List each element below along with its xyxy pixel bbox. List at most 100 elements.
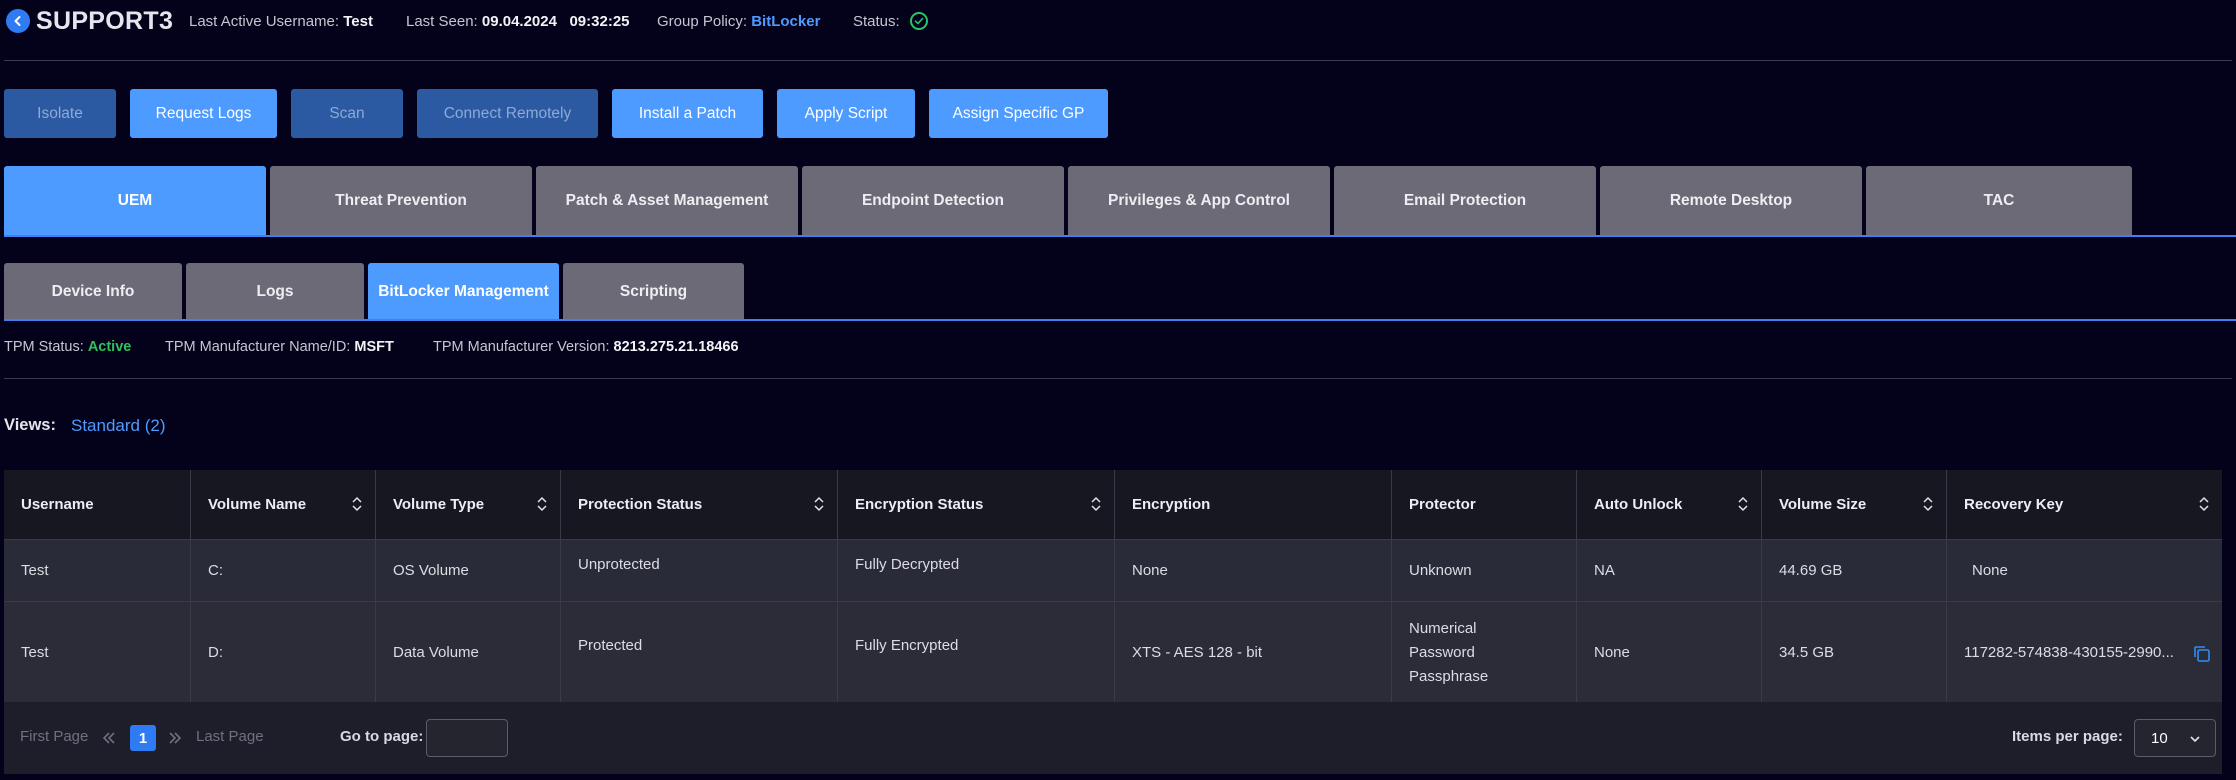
header-divider [4, 60, 2232, 61]
sort-icon[interactable] [1923, 496, 1933, 512]
device-header: SUPPORT3 Last Active Username: Test Last… [0, 0, 2236, 44]
cell-username: Test [21, 562, 49, 579]
check-circle-icon [909, 12, 928, 31]
sub-tabs-underline [4, 319, 2236, 321]
protector-item: Password [1409, 643, 1475, 661]
tab-uem[interactable]: UEM [4, 166, 266, 235]
tpm-version: TPM Manufacturer Version: 8213.275.21.18… [433, 339, 739, 355]
column-header-volume-size[interactable]: Volume Size [1761, 470, 1946, 539]
tpm-version-label: TPM Manufacturer Version: [433, 339, 610, 355]
main-tabs-underline [4, 235, 2236, 237]
group-policy: Group Policy: BitLocker [657, 13, 820, 30]
cell-protector: Unknown [1391, 540, 1576, 601]
tpm-status-value: Active [87, 339, 132, 355]
column-header-protection-status[interactable]: Protection Status [560, 470, 837, 539]
cell-encryption-status: Fully Decrypted [837, 540, 1114, 601]
items-per-page-value: 10 [2151, 730, 2168, 747]
views-selector[interactable]: Standard (2) [71, 416, 166, 436]
cell-volume-size: 44.69 GB [1761, 540, 1946, 601]
cell-recovery-key: 117282-574838-430155-2990... [1946, 602, 2222, 703]
subtab-logs[interactable]: Logs [186, 263, 364, 320]
items-per-page-label: Items per page: [2012, 728, 2123, 745]
apply-script-button[interactable]: Apply Script [777, 89, 915, 138]
request-logs-button[interactable]: Request Logs [130, 89, 277, 138]
install-patch-button[interactable]: Install a Patch [612, 89, 763, 138]
cell-volume-name: D: [190, 602, 375, 703]
cell-volume-size: 34.5 GB [1761, 602, 1946, 703]
last-seen-label: Last Seen: [406, 13, 478, 30]
first-page-link[interactable]: First Page [20, 728, 88, 745]
sort-icon[interactable] [1738, 496, 1748, 512]
chevron-down-icon [2190, 736, 2200, 743]
go-to-page-input[interactable] [426, 719, 508, 757]
column-header-encryption[interactable]: Encryption [1114, 470, 1391, 539]
sort-icon[interactable] [537, 496, 547, 512]
last-page-link[interactable]: Last Page [196, 728, 264, 745]
tab-tac[interactable]: TAC [1866, 166, 2132, 235]
column-header-auto-unlock[interactable]: Auto Unlock [1576, 470, 1761, 539]
cell-volume-name: C: [190, 540, 375, 601]
copy-icon[interactable] [2192, 644, 2212, 664]
scan-button[interactable]: Scan [291, 89, 403, 138]
group-policy-label: Group Policy: [657, 13, 748, 30]
cell-encryption: None [1114, 540, 1391, 601]
sort-icon[interactable] [2199, 496, 2209, 512]
group-policy-link[interactable]: BitLocker [751, 13, 820, 30]
cell-recovery-key: None [1946, 540, 2222, 601]
last-active-value: Test [343, 13, 373, 30]
column-header-protector[interactable]: Protector [1391, 470, 1576, 539]
subtab-scripting[interactable]: Scripting [563, 263, 744, 320]
back-button[interactable] [6, 9, 30, 33]
cell-protection-status: Protected [560, 602, 837, 703]
tpm-status: TPM Status: Active [4, 339, 131, 355]
tpm-manufacturer-value: MSFT [354, 339, 394, 355]
cell-encryption-status: Fully Encrypted [837, 602, 1114, 703]
protector-item: Numerical [1409, 619, 1477, 637]
subtab-device-info[interactable]: Device Info [4, 263, 182, 320]
bitlocker-table: Username Volume Name Volume Type Protect… [4, 470, 2222, 703]
table-row[interactable]: Test C: OS Volume Unprotected Fully Decr… [4, 539, 2222, 601]
pagination-bar: First Page 1 Last Page Go to page: Items… [4, 702, 2222, 774]
tab-email-protection[interactable]: Email Protection [1334, 166, 1596, 235]
column-header-recovery-key[interactable]: Recovery Key [1946, 470, 2222, 539]
go-to-page-label: Go to page: [340, 728, 424, 745]
column-header-encryption-status[interactable]: Encryption Status [837, 470, 1114, 539]
sort-icon[interactable] [1091, 496, 1101, 512]
last-active-label: Last Active Username: [189, 13, 340, 30]
tab-privileges-app-control[interactable]: Privileges & App Control [1068, 166, 1330, 235]
sort-icon[interactable] [814, 496, 824, 512]
last-active-username: Last Active Username: Test [189, 13, 373, 30]
double-chevron-right-icon[interactable] [168, 731, 182, 745]
table-header: Username Volume Name Volume Type Protect… [4, 470, 2222, 539]
device-title: SUPPORT3 [36, 7, 174, 35]
chevron-left-icon [14, 16, 21, 26]
connect-remotely-button[interactable]: Connect Remotely [417, 89, 598, 138]
recovery-key-value: 117282-574838-430155-2990... [1964, 644, 2174, 661]
cell-volume-type: OS Volume [375, 540, 560, 601]
cell-encryption: XTS - AES 128 - bit [1114, 602, 1391, 703]
tab-threat-prevention[interactable]: Threat Prevention [270, 166, 532, 235]
tab-remote-desktop[interactable]: Remote Desktop [1600, 166, 1862, 235]
tpm-manufacturer-label: TPM Manufacturer Name/ID: [165, 339, 351, 355]
subtab-bitlocker-management[interactable]: BitLocker Management [368, 263, 559, 320]
column-header-username[interactable]: Username [4, 470, 190, 539]
tab-patch-asset-management[interactable]: Patch & Asset Management [536, 166, 798, 235]
tpm-version-value: 8213.275.21.18466 [613, 339, 739, 355]
column-header-volume-name[interactable]: Volume Name [190, 470, 375, 539]
isolate-button[interactable]: Isolate [4, 89, 116, 138]
tpm-manufacturer: TPM Manufacturer Name/ID: MSFT [165, 339, 394, 355]
protector-item: Passphrase [1409, 667, 1489, 685]
page-number-current[interactable]: 1 [130, 725, 156, 751]
cell-auto-unlock: None [1576, 602, 1761, 703]
table-row[interactable]: Test D: Data Volume Protected Fully Encr… [4, 601, 2222, 703]
last-seen: Last Seen: 09.04.2024 09:32:25 [406, 13, 630, 30]
tab-endpoint-detection[interactable]: Endpoint Detection [802, 166, 1064, 235]
cell-volume-type: Data Volume [375, 602, 560, 703]
double-chevron-left-icon[interactable] [102, 731, 116, 745]
sort-icon[interactable] [352, 496, 362, 512]
views-label: Views: [4, 416, 56, 434]
column-header-volume-type[interactable]: Volume Type [375, 470, 560, 539]
cell-protection-status: Unprotected [560, 540, 837, 601]
items-per-page-select[interactable]: 10 [2134, 719, 2216, 757]
assign-specific-gp-button[interactable]: Assign Specific GP [929, 89, 1108, 138]
